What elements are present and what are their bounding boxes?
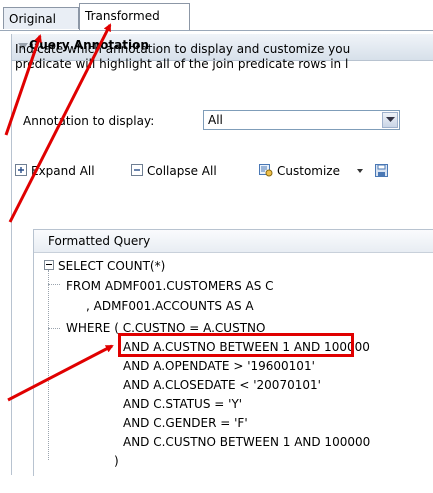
arrow-to-highlight — [7, 344, 114, 402]
arrow-to-transformed-tab — [8, 23, 112, 223]
arrow-to-original-tab — [4, 34, 42, 136]
annotation-arrows — [4, 23, 114, 402]
